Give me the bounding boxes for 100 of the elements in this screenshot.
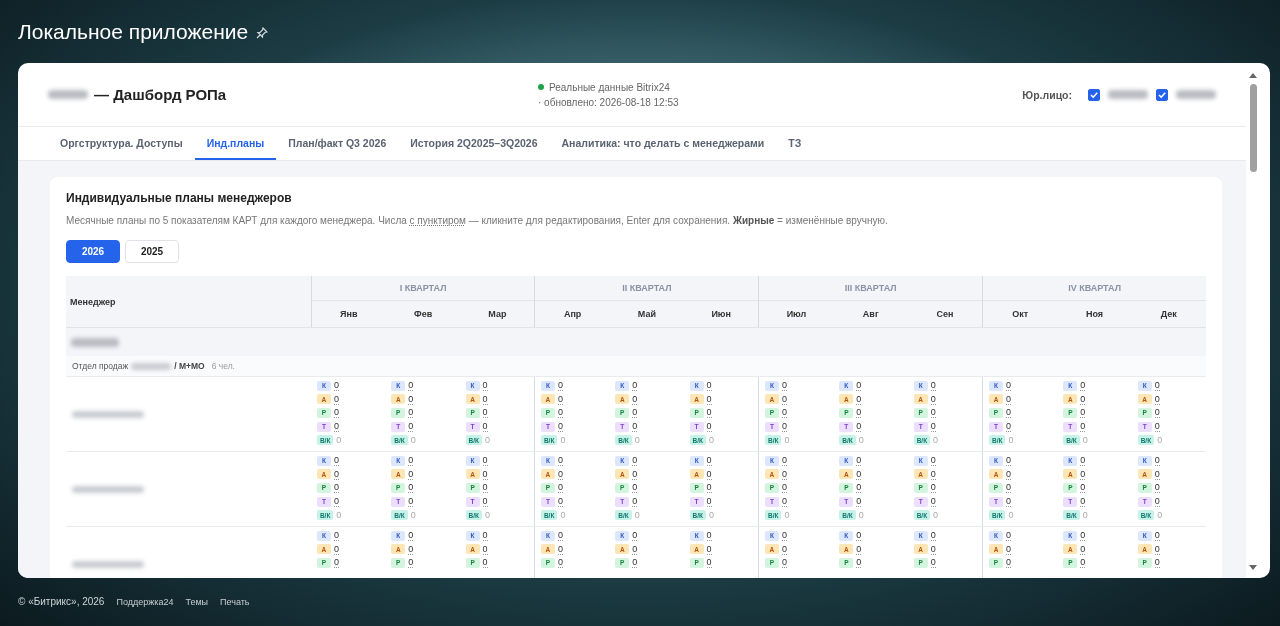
editable-value[interactable]: 0: [930, 407, 936, 419]
editable-value[interactable]: 0: [482, 557, 488, 569]
editable-value[interactable]: 0: [1080, 557, 1086, 569]
editable-value[interactable]: 0: [1154, 468, 1160, 480]
editable-value[interactable]: 0: [781, 530, 787, 542]
editable-value[interactable]: 0: [1154, 557, 1160, 569]
year-button[interactable]: 2026: [66, 240, 120, 263]
editable-value[interactable]: 0: [557, 421, 563, 433]
editable-value[interactable]: 0: [1080, 421, 1086, 433]
editable-value[interactable]: 0: [333, 468, 339, 480]
editable-value[interactable]: 0: [781, 557, 787, 569]
editable-value[interactable]: 0: [930, 496, 936, 508]
editable-value[interactable]: 0: [333, 543, 339, 555]
tab[interactable]: ТЗ: [776, 127, 814, 160]
editable-value[interactable]: 0: [632, 468, 638, 480]
editable-value[interactable]: 0: [1154, 455, 1160, 467]
editable-value[interactable]: 0: [706, 543, 712, 555]
editable-value[interactable]: 0: [1006, 421, 1011, 433]
editable-value[interactable]: 0: [333, 482, 339, 494]
editable-value[interactable]: 0: [557, 496, 563, 508]
editable-value[interactable]: 0: [706, 421, 712, 433]
editable-value[interactable]: 0: [333, 530, 339, 542]
editable-value[interactable]: 0: [333, 407, 339, 419]
editable-value[interactable]: 0: [557, 455, 563, 467]
editable-value[interactable]: 0: [781, 496, 787, 508]
editable-value[interactable]: 0: [930, 543, 936, 555]
editable-value[interactable]: 0: [856, 496, 862, 508]
editable-value[interactable]: 0: [781, 407, 787, 419]
editable-value[interactable]: 0: [632, 557, 638, 569]
editable-value[interactable]: 0: [408, 482, 414, 494]
editable-value[interactable]: 0: [333, 496, 339, 508]
editable-value[interactable]: 0: [1080, 482, 1086, 494]
editable-value[interactable]: 0: [856, 557, 862, 569]
editable-value[interactable]: 0: [930, 530, 936, 542]
editable-value[interactable]: 0: [1154, 393, 1160, 405]
editable-value[interactable]: 0: [1080, 455, 1086, 467]
tab[interactable]: Аналитика: что делать с менеджерами: [549, 127, 777, 160]
editable-value[interactable]: 0: [333, 421, 339, 433]
editable-value[interactable]: 0: [781, 455, 787, 467]
editable-value[interactable]: 0: [706, 468, 712, 480]
editable-value[interactable]: 0: [557, 468, 563, 480]
editable-value[interactable]: 0: [1006, 530, 1011, 542]
editable-value[interactable]: 0: [1006, 543, 1011, 555]
editable-value[interactable]: 0: [632, 496, 638, 508]
editable-value[interactable]: 0: [333, 455, 339, 467]
editable-value[interactable]: 0: [706, 496, 712, 508]
editable-value[interactable]: 0: [1080, 543, 1086, 555]
editable-value[interactable]: 0: [856, 407, 862, 419]
editable-value[interactable]: 0: [408, 421, 414, 433]
editable-value[interactable]: 0: [333, 393, 339, 405]
editable-value[interactable]: 0: [1006, 482, 1011, 494]
editable-value[interactable]: 0: [557, 407, 563, 419]
editable-value[interactable]: 0: [557, 557, 563, 569]
editable-value[interactable]: 0: [930, 380, 936, 392]
editable-value[interactable]: 0: [1080, 407, 1086, 419]
editable-value[interactable]: 0: [1006, 455, 1011, 467]
editable-value[interactable]: 0: [632, 380, 638, 392]
editable-value[interactable]: 0: [408, 543, 414, 555]
editable-value[interactable]: 0: [408, 455, 414, 467]
editable-value[interactable]: 0: [781, 543, 787, 555]
editable-value[interactable]: 0: [408, 380, 414, 392]
editable-value[interactable]: 0: [706, 380, 712, 392]
editable-value[interactable]: 0: [706, 482, 712, 494]
editable-value[interactable]: 0: [1006, 496, 1011, 508]
editable-value[interactable]: 0: [1154, 380, 1160, 392]
editable-value[interactable]: 0: [706, 455, 712, 467]
editable-value[interactable]: 0: [1006, 557, 1011, 569]
editable-value[interactable]: 0: [482, 530, 488, 542]
editable-value[interactable]: 0: [856, 530, 862, 542]
editable-value[interactable]: 0: [1080, 496, 1086, 508]
checkbox[interactable]: [1088, 88, 1100, 101]
footer-link[interactable]: Темы: [185, 596, 209, 607]
scroll-thumb[interactable]: [1249, 84, 1257, 172]
editable-value[interactable]: 0: [706, 557, 712, 569]
editable-value[interactable]: 0: [856, 455, 862, 467]
editable-value[interactable]: 0: [632, 455, 638, 467]
editable-value[interactable]: 0: [856, 482, 862, 494]
editable-value[interactable]: 0: [1154, 482, 1160, 494]
editable-value[interactable]: 0: [482, 393, 488, 405]
pin-icon[interactable]: [256, 27, 269, 39]
editable-value[interactable]: 0: [706, 393, 712, 405]
editable-value[interactable]: 0: [1006, 468, 1011, 480]
editable-value[interactable]: 0: [1154, 530, 1160, 542]
editable-value[interactable]: 0: [930, 557, 936, 569]
editable-value[interactable]: 0: [632, 530, 638, 542]
editable-value[interactable]: 0: [930, 455, 936, 467]
editable-value[interactable]: 0: [1006, 380, 1011, 392]
editable-value[interactable]: 0: [482, 496, 488, 508]
editable-value[interactable]: 0: [1154, 496, 1160, 508]
editable-value[interactable]: 0: [781, 393, 787, 405]
editable-value[interactable]: 0: [557, 530, 563, 542]
editable-value[interactable]: 0: [632, 393, 638, 405]
editable-value[interactable]: 0: [408, 407, 414, 419]
footer-link[interactable]: Поддержка24: [116, 596, 174, 607]
checkbox[interactable]: [1156, 88, 1168, 101]
editable-value[interactable]: 0: [706, 530, 712, 542]
editable-value[interactable]: 0: [482, 380, 488, 392]
editable-value[interactable]: 0: [1080, 468, 1086, 480]
editable-value[interactable]: 0: [632, 407, 638, 419]
editable-value[interactable]: 0: [632, 543, 638, 555]
